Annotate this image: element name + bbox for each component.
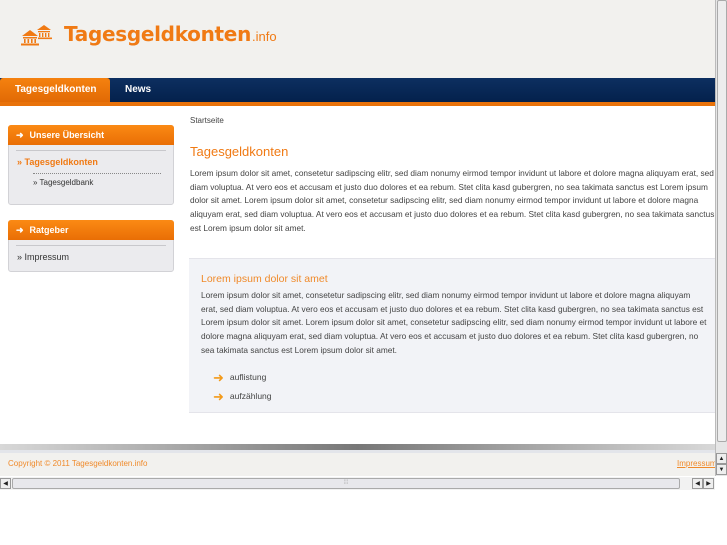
vertical-scroll-thumb[interactable] [717, 0, 727, 442]
sidebar-box-overview: ➜ Unsere Übersicht » Tagesgeldkonten » Ta… [8, 125, 174, 205]
intro-text: Lorem ipsum dolor sit amet, consetetur s… [190, 168, 715, 233]
nav-underline [0, 102, 715, 106]
horizontal-scroll-thumb[interactable]: ⁞⁞⁞ [12, 478, 680, 489]
header: Tagesgeldkonten .info [0, 0, 715, 78]
tab-news[interactable]: News [110, 78, 166, 102]
bank-icon [21, 25, 52, 46]
scroll-left-button-2[interactable]: ◀ [692, 478, 703, 489]
scroll-left-button[interactable]: ◀ [0, 478, 11, 489]
list-item-label: auflistung [229, 372, 267, 383]
scroll-down-button[interactable]: ▼ [716, 464, 727, 475]
arrow-right-icon: ➜ [16, 130, 24, 140]
copyright: Copyright © 2011 Tagesgeldkonten.info [8, 459, 148, 468]
page-title: Tagesgeldkonten [190, 144, 289, 159]
breadcrumb[interactable]: Startseite [190, 116, 224, 125]
vertical-scrollbar[interactable]: ▲ ▼ [715, 0, 727, 476]
panel-text: Lorem ipsum dolor sit amet, consetetur s… [201, 290, 707, 355]
sidebar-item-impressum[interactable]: » Impressum [9, 246, 173, 262]
tab-tagesgeldkonten[interactable]: Tagesgeldkonten [0, 78, 110, 102]
logo-name: Tagesgeldkonten [64, 22, 252, 46]
sidebar-box-ratgeber: ➜ Ratgeber » Impressum [8, 220, 174, 272]
logo-tld: .info [252, 29, 277, 44]
footer: Copyright © 2011 Tagesgeldkonten.info Im… [0, 450, 715, 476]
footer-impressum-link[interactable]: Impressum [677, 459, 715, 468]
main-nav: Tagesgeldkonten News [0, 78, 715, 102]
horizontal-scrollbar[interactable]: ◀ ⁞⁞⁞ ◀ ▶ [0, 477, 715, 490]
list-item: ➜ auflistung [213, 368, 707, 387]
scroll-up-button[interactable]: ▲ [716, 453, 727, 464]
logo[interactable]: Tagesgeldkonten .info [18, 22, 277, 46]
sidebar-box-title: Unsere Übersicht [29, 130, 105, 140]
bullet-list: ➜ auflistung ➜ aufzählung [213, 368, 707, 406]
arrow-right-icon: ➜ [213, 388, 224, 404]
sidebar-box-title: Ratgeber [29, 225, 69, 235]
sidebar-item-tagesgeldbank[interactable]: » Tagesgeldbank [33, 173, 161, 187]
page: Tagesgeldkonten .info Tagesgeldkonten New… [0, 0, 715, 476]
panel-title: Lorem ipsum dolor sit amet [201, 273, 328, 285]
sidebar-item-tagesgeldkonten[interactable]: » Tagesgeldkonten [9, 151, 173, 167]
arrow-right-icon: ➜ [213, 369, 224, 385]
content-panel: Lorem ipsum dolor sit amet Lorem ipsum d… [189, 258, 715, 413]
list-item-label: aufzählung [229, 391, 272, 402]
arrow-right-icon: ➜ [16, 225, 24, 235]
scroll-right-button[interactable]: ▶ [703, 478, 714, 489]
list-item: ➜ aufzählung [213, 387, 707, 406]
